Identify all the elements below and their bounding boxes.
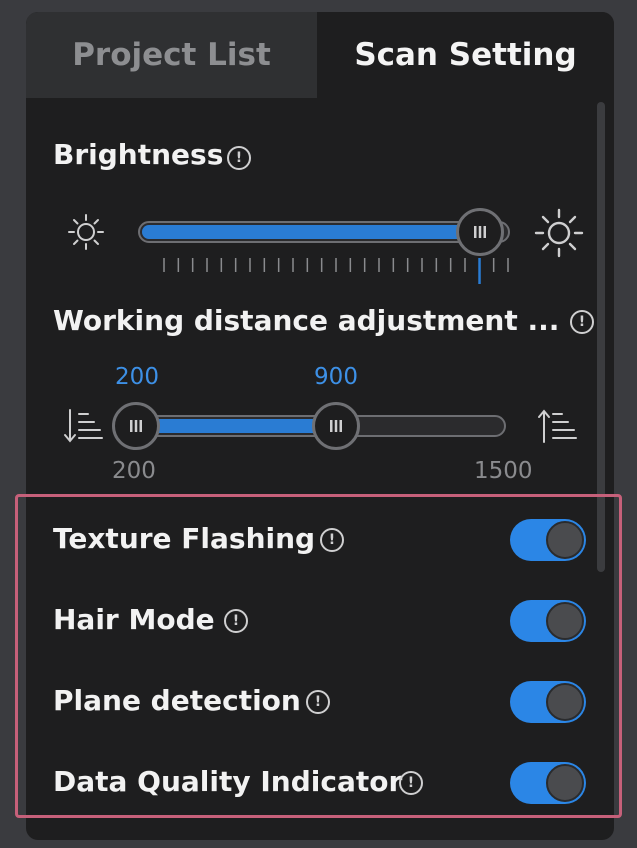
brightness-label: Brightness: [53, 138, 224, 171]
tab-bar: Project List Scan Setting: [26, 12, 614, 98]
tab-project-list[interactable]: Project List: [26, 12, 317, 98]
distance-far-icon: [538, 409, 577, 443]
brightness-slider-fill: [142, 225, 484, 239]
grip-icon: [473, 226, 486, 238]
highlight-box: [15, 494, 622, 818]
distance-low-value: 200: [115, 364, 159, 390]
distance-max-label: 1500: [474, 458, 533, 484]
distance-near-icon: [64, 409, 103, 443]
distance-high-handle[interactable]: [312, 402, 360, 450]
working-distance-info-icon[interactable]: !: [570, 310, 594, 334]
brightness-slider-handle[interactable]: [455, 208, 504, 256]
brightness-info-icon[interactable]: !: [227, 146, 251, 170]
brightness-slider-track[interactable]: [138, 221, 510, 243]
sun-large-icon: [534, 208, 584, 258]
grip-icon: [130, 420, 142, 432]
distance-min-label: 200: [112, 458, 156, 484]
distance-low-handle[interactable]: [112, 402, 160, 450]
brightness-tick-marks: [163, 258, 509, 284]
working-distance-label: Working distance adjustment ...: [53, 304, 560, 337]
sun-small-icon: [68, 214, 104, 250]
grip-icon: [330, 420, 342, 432]
tab-scan-setting[interactable]: Scan Setting: [317, 12, 614, 98]
distance-high-value: 900: [314, 364, 358, 390]
